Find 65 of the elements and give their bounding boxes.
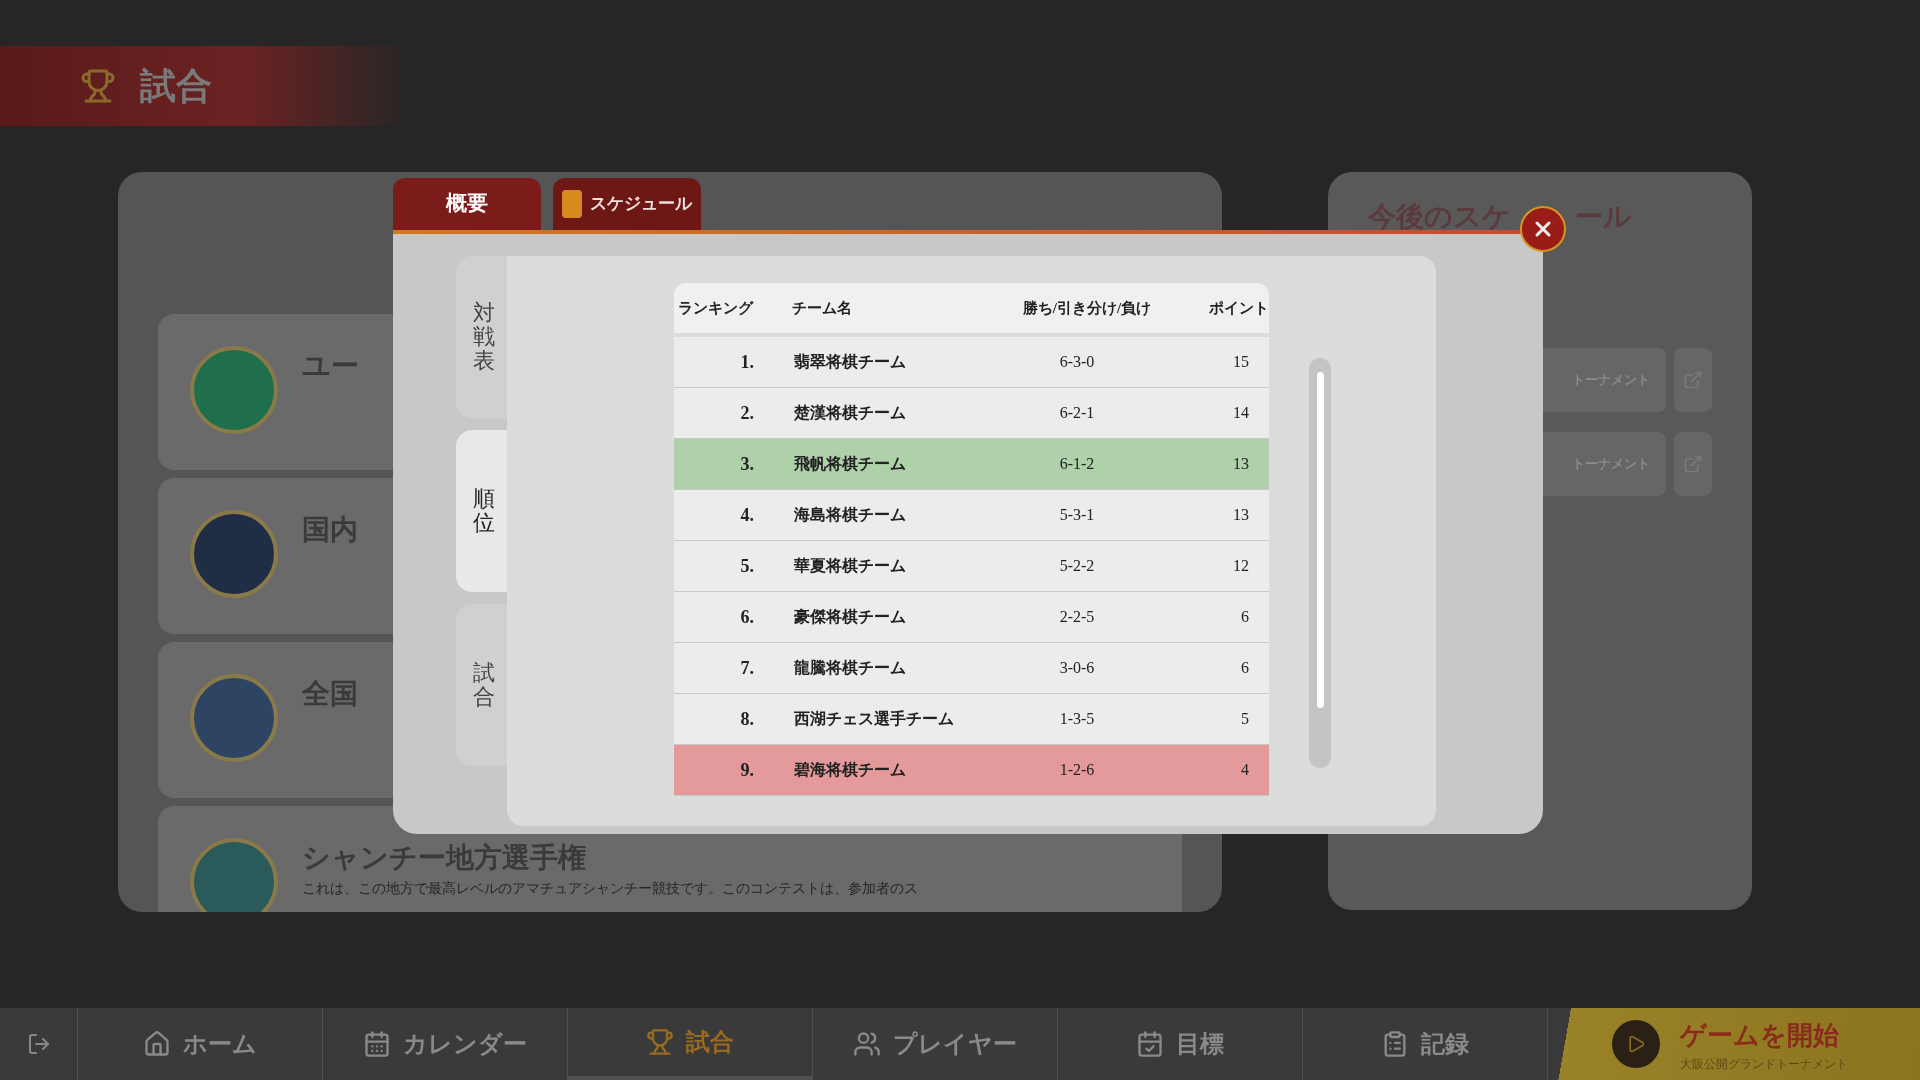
rank-cell-text: 1. xyxy=(739,350,754,374)
calendar-check-icon xyxy=(1136,1030,1164,1058)
points-cell-text: 6 xyxy=(1240,658,1250,678)
dialog-tab[interactable]: 概要 xyxy=(393,178,541,230)
team-cell-text: 碧海将棋チーム xyxy=(793,760,907,780)
side-tab[interactable]: 対戦表 xyxy=(456,256,507,418)
home-icon xyxy=(143,1030,171,1058)
points-cell-text: 6 xyxy=(1240,607,1250,627)
column-header: ポイント xyxy=(1208,298,1269,318)
points-cell-text: 12 xyxy=(1232,556,1250,576)
column-header: 勝ち/引き分け/負け xyxy=(1021,298,1153,318)
team-cell-text: 龍騰将棋チーム xyxy=(793,658,907,678)
team-cell-text: 翡翠将棋チーム xyxy=(793,352,907,372)
trophy-icon xyxy=(80,68,116,104)
page-title: 試合 xyxy=(140,65,212,108)
open-link-button[interactable] xyxy=(1674,432,1712,496)
rank-cell-text: 8. xyxy=(739,707,754,731)
nav-tab[interactable]: 目標 xyxy=(1058,1008,1303,1080)
dialog-tab[interactable]: スケジュール xyxy=(553,178,701,230)
nav-tab[interactable]: ホーム xyxy=(78,1008,323,1080)
rank-cell-text: 9. xyxy=(739,758,754,782)
record-cell-text: 6-2-1 xyxy=(1058,403,1096,423)
record-cell-text: 1-2-6 xyxy=(1058,760,1096,780)
points-cell-text: 4 xyxy=(1240,760,1250,780)
team-cell-text: 海島将棋チーム xyxy=(793,505,907,525)
record-cell-text: 6-3-0 xyxy=(1058,352,1096,372)
side-tab[interactable]: 順位 xyxy=(456,430,507,592)
side-tab[interactable]: 試合 xyxy=(456,604,507,766)
points-cell-text: 13 xyxy=(1232,505,1250,525)
nav-tab[interactable]: カレンダー xyxy=(323,1008,568,1080)
exit-icon xyxy=(26,1032,51,1056)
team-cell-text: 豪傑将棋チーム xyxy=(793,607,907,627)
team-cell-text: 西湖チェス選手チーム xyxy=(793,709,955,729)
nav-tab[interactable]: プレイヤー xyxy=(813,1008,1058,1080)
nav-tab[interactable]: 試合 xyxy=(568,1008,813,1080)
team-cell-text: 飛帆将棋チーム xyxy=(793,454,907,474)
points-cell-text: 14 xyxy=(1232,403,1250,423)
record-cell-text: 5-2-2 xyxy=(1058,556,1096,576)
column-header: ランキング xyxy=(677,298,755,318)
rank-cell-text: 4. xyxy=(739,503,754,527)
points-cell-text: 15 xyxy=(1232,352,1250,372)
record-cell-text: 1-3-5 xyxy=(1058,709,1096,729)
team-cell-text: 華夏将棋チーム xyxy=(793,556,907,576)
record-cell-text: 2-2-5 xyxy=(1058,607,1096,627)
play-icon xyxy=(1612,1020,1660,1068)
users-icon xyxy=(853,1030,881,1058)
scrollbar-thumb[interactable] xyxy=(1316,372,1324,708)
open-link-button[interactable] xyxy=(1674,348,1712,412)
trophy-icon xyxy=(646,1028,674,1056)
points-cell-text: 5 xyxy=(1240,709,1250,729)
nav-tab[interactable]: 記録 xyxy=(1303,1008,1548,1080)
team-cell-text: 楚漢将棋チーム xyxy=(793,403,907,423)
points-cell-text: 13 xyxy=(1232,454,1250,474)
record-cell-text: 5-3-1 xyxy=(1058,505,1096,525)
record-cell-text: 6-1-2 xyxy=(1058,454,1096,474)
record-cell-text: 3-0-6 xyxy=(1058,658,1096,678)
rank-cell-text: 5. xyxy=(739,554,754,578)
start-label: ゲームを開始 xyxy=(1680,1019,1839,1052)
rank-cell-text: 6. xyxy=(739,605,754,629)
rank-cell-text: 3. xyxy=(739,452,754,476)
calendar-icon xyxy=(363,1030,391,1058)
column-header: チーム名 xyxy=(792,298,853,318)
rank-cell-text: 2. xyxy=(739,401,754,425)
rank-cell-text: 7. xyxy=(739,656,754,680)
event-description: これは、この地方で最高レベルのアマチュアシャンチー競技です。このコンテストは、参加者のス xyxy=(302,880,918,898)
